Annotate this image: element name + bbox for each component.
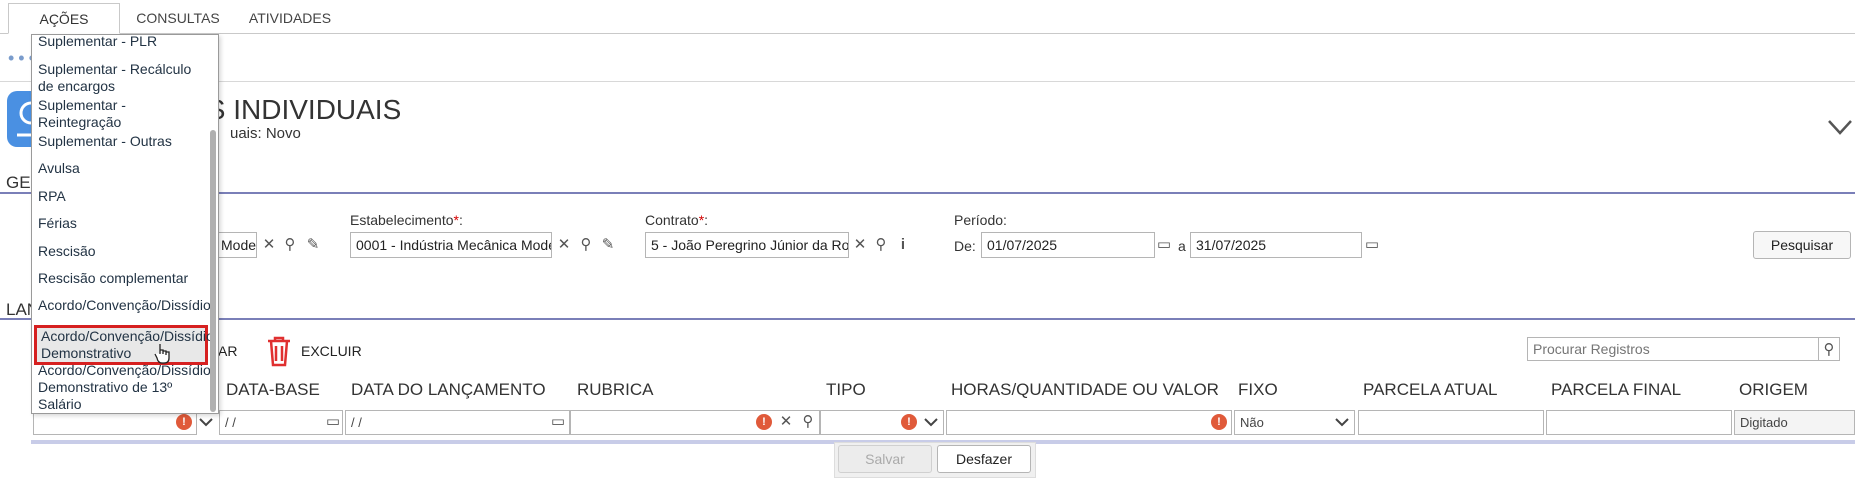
col-header-horas-valor[interactable]: HORAS/QUANTIDADE OU VALOR	[951, 380, 1219, 400]
empresa-field[interactable]: Mode	[215, 232, 257, 258]
dropdown-option[interactable]: Suplementar - Reintegração	[38, 97, 208, 131]
tab-consultas[interactable]: CONSULTAS	[130, 3, 226, 34]
search-icon[interactable]: ⚲	[798, 410, 818, 434]
tab-acoes[interactable]: AÇÕES	[8, 3, 120, 34]
search-icon[interactable]: ⚲	[871, 233, 891, 257]
chevron-down-icon[interactable]	[198, 414, 214, 430]
toolbar-partial-label[interactable]: AR	[218, 343, 237, 359]
page-subtitle: uais: Novo	[230, 125, 301, 142]
delete-button[interactable]: EXCLUIR	[301, 343, 362, 359]
date-to-field[interactable]: 31/07/2025	[1190, 232, 1362, 258]
col-header-tipo[interactable]: TIPO	[826, 380, 866, 400]
data-lancamento-field[interactable]: / /	[345, 410, 570, 435]
col-header-data-lancamento[interactable]: DATA DO LANÇAMENTO	[351, 380, 546, 400]
dropdown-option[interactable]: Acordo/Convenção/Dissídio Demonstrativo …	[38, 362, 211, 413]
estabelecimento-field[interactable]: 0001 - Indústria Mecânica Mode	[350, 232, 552, 258]
trash-icon[interactable]	[265, 335, 293, 367]
dropdown-option[interactable]: Suplementar - Recálculo de encargos	[38, 61, 208, 95]
dropdown-option[interactable]: Suplementar - Outras	[38, 133, 208, 150]
horas-valor-field[interactable]	[946, 410, 1232, 435]
search-button[interactable]: Pesquisar	[1753, 231, 1851, 259]
col-header-data-base[interactable]: DATA-BASE	[226, 380, 320, 400]
a-label: a	[1178, 238, 1186, 254]
parcela-atual-field[interactable]	[1358, 410, 1544, 435]
calendar-icon[interactable]: ▭	[548, 410, 568, 434]
dropdown-option[interactable]: Rescisão	[38, 243, 208, 260]
top-tab-bar: AÇÕES CONSULTAS ATIVIDADES	[0, 0, 1855, 34]
dropdown-option[interactable]: Rescisão complementar	[38, 270, 208, 287]
contrato-label: Contrato*:	[645, 212, 709, 228]
dropdown-scrollbar[interactable]	[210, 130, 216, 412]
tab-atividades[interactable]: ATIVIDADES	[240, 3, 340, 34]
undo-button[interactable]: Desfazer	[937, 445, 1031, 473]
divider	[0, 81, 1855, 82]
clear-icon[interactable]: ✕	[776, 410, 796, 434]
edit-icon[interactable]: ✎	[303, 233, 323, 257]
calendar-icon[interactable]: ▭	[1154, 233, 1174, 257]
col-header-parcela-final[interactable]: PARCELA FINAL	[1551, 380, 1681, 400]
col-header-parcela-atual[interactable]: PARCELA ATUAL	[1363, 380, 1497, 400]
chevron-down-icon[interactable]	[1334, 414, 1350, 430]
search-icon[interactable]: ⚲	[576, 233, 596, 257]
dropdown-option[interactable]: RPA	[38, 188, 208, 205]
dropdown-option[interactable]: Suplementar - PLR	[38, 35, 208, 50]
dropdown-option-highlighted[interactable]: Acordo/Convenção/Dissídio Demonstrativo	[34, 325, 214, 365]
estabelecimento-label: Estabelecimento*:	[350, 212, 463, 228]
de-label: De:	[954, 238, 976, 254]
parcela-final-field[interactable]	[1546, 410, 1732, 435]
calendar-icon[interactable]: ▭	[1362, 233, 1382, 257]
hand-cursor-icon	[154, 344, 170, 364]
dropdown-option[interactable]: Acordo/Convenção/Dissídio	[38, 297, 211, 314]
clear-icon[interactable]: ✕	[850, 233, 870, 257]
search-icon[interactable]: ⚲	[1818, 337, 1840, 361]
save-button[interactable]: Salvar	[838, 445, 932, 473]
error-icon: !	[1211, 414, 1227, 430]
periodo-label: Período:	[954, 212, 1007, 228]
date-from-field[interactable]: 01/07/2025	[981, 232, 1155, 258]
info-icon[interactable]: i	[893, 233, 913, 257]
records-search-input[interactable]	[1527, 337, 1819, 361]
error-icon: !	[176, 414, 192, 430]
col-header-origem[interactable]: ORIGEM	[1739, 380, 1808, 400]
origem-field: Digitado	[1734, 410, 1855, 435]
section-divider	[0, 192, 1855, 194]
contrato-field[interactable]: 5 - João Peregrino Júnior da Roc	[645, 232, 849, 258]
folha-type-dropdown-list[interactable]: Suplementar - PLR Suplementar - Recálcul…	[31, 34, 219, 414]
collapse-chevron-icon[interactable]	[1825, 115, 1855, 139]
dropdown-option[interactable]: Avulsa	[38, 160, 208, 177]
chevron-down-icon[interactable]	[923, 414, 939, 430]
col-header-rubrica[interactable]: RUBRICA	[577, 380, 654, 400]
clear-icon[interactable]: ✕	[554, 233, 574, 257]
col-header-fixo[interactable]: FIXO	[1238, 380, 1278, 400]
section-divider	[0, 318, 1855, 320]
clear-icon[interactable]: ✕	[259, 233, 279, 257]
search-icon[interactable]: ⚲	[280, 233, 300, 257]
calendar-icon[interactable]: ▭	[323, 410, 343, 434]
dropdown-option[interactable]: Férias	[38, 215, 208, 232]
edit-icon[interactable]: ✎	[598, 233, 618, 257]
error-icon: !	[901, 414, 917, 430]
error-icon: !	[756, 414, 772, 430]
